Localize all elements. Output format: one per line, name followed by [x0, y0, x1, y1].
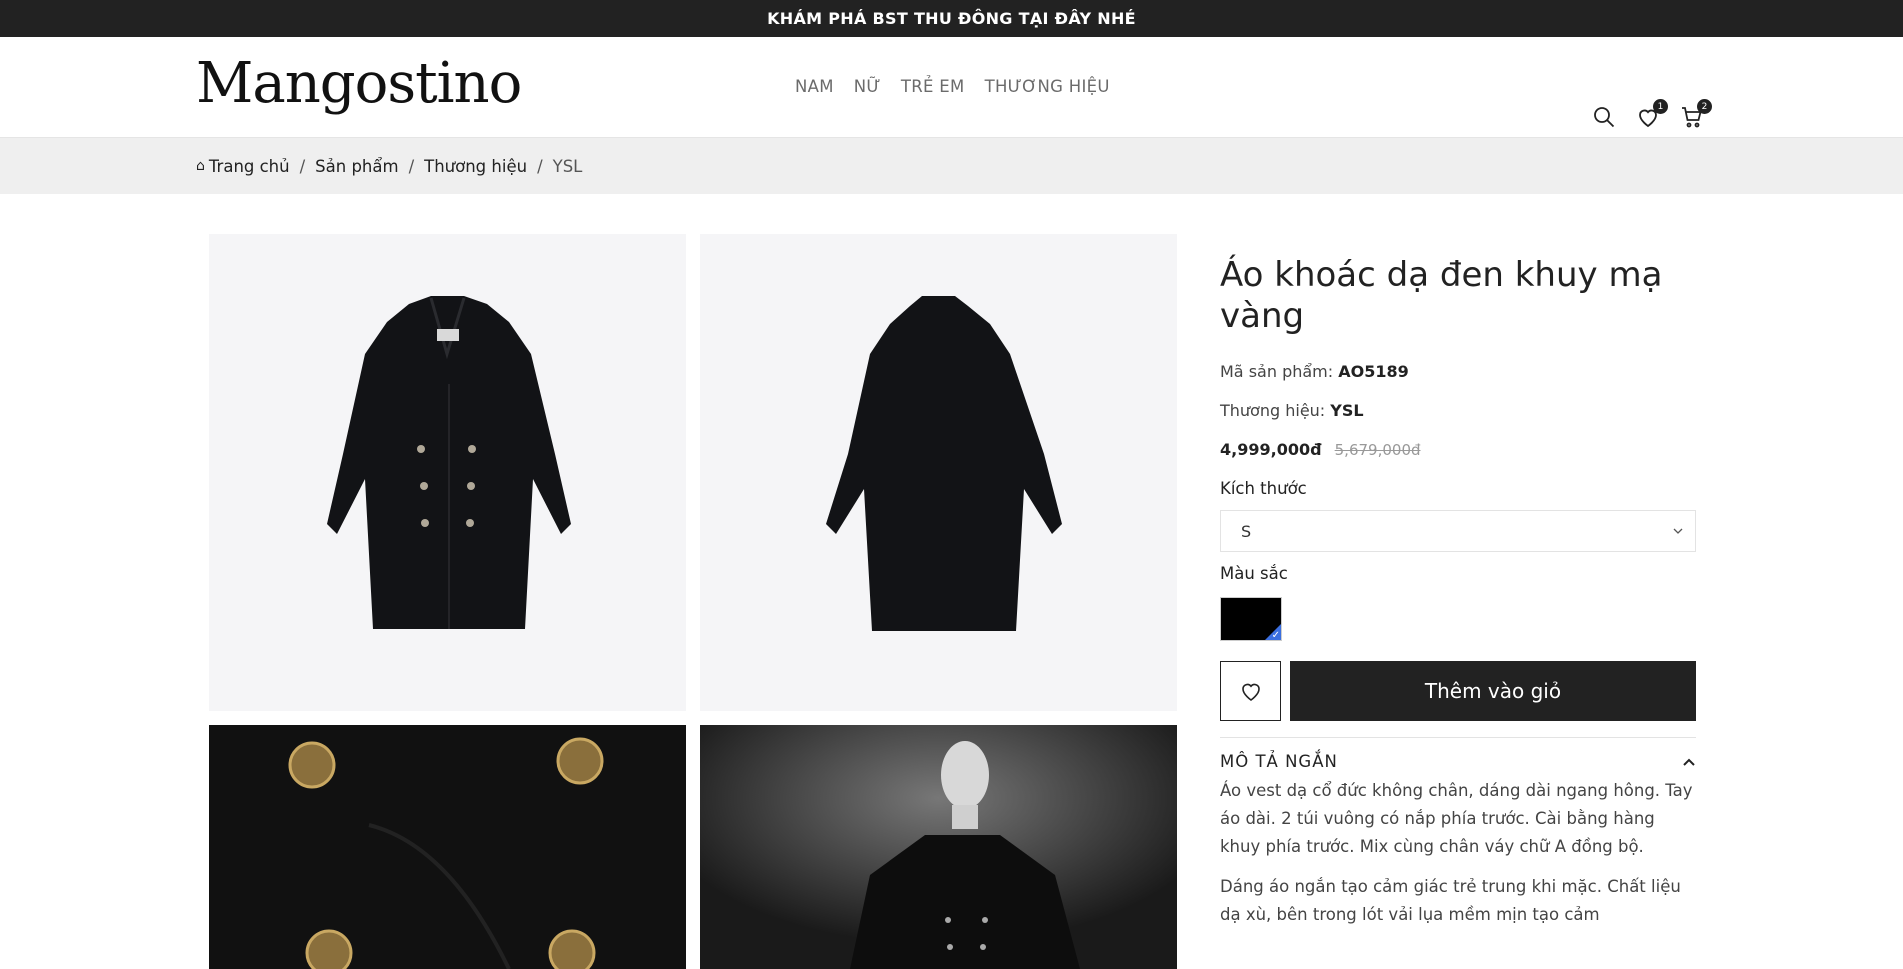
wishlist-button[interactable]: 1 [1636, 99, 1668, 129]
product-image-front[interactable] [209, 234, 686, 711]
sku-value: AO5189 [1338, 362, 1409, 381]
product-sku: Mã sản phẩm: AO5189 [1220, 362, 1696, 381]
product-brand: Thương hiệu: YSL [1220, 401, 1696, 420]
search-icon [1594, 107, 1615, 128]
home-icon[interactable]: ⌂ [196, 158, 205, 174]
size-selected-value: S [1241, 521, 1252, 541]
description-paragraph: Dáng áo ngắn tạo cảm giác trẻ trung khi … [1220, 877, 1681, 924]
color-swatch-black[interactable]: ✓ [1220, 597, 1282, 641]
short-description-toggle[interactable]: MÔ TẢ NGẮN [1220, 752, 1696, 771]
check-icon: ✓ [1271, 630, 1280, 641]
site-header: Mangostino NAM NỮ TRẺ EM THƯƠNG HIỆU 1 2 [0, 37, 1903, 138]
add-to-wishlist-button[interactable] [1220, 661, 1281, 721]
product-info: Áo khoác dạ đen khuy mạ vàng Mã sản phẩm… [1220, 255, 1696, 929]
header-icons: 1 2 [1592, 99, 1712, 129]
nav-item-nam[interactable]: NAM [795, 77, 834, 96]
chevron-down-icon [1673, 528, 1683, 534]
size-label: Kích thước [1220, 479, 1307, 498]
main-nav: NAM NỮ TRẺ EM THƯƠNG HIỆU [795, 77, 1110, 96]
short-description: Áo vest dạ cổ đức không chân, dáng dài n… [1220, 777, 1696, 929]
description-paragraph: Áo vest dạ cổ đức không chân, dáng dài n… [1220, 781, 1693, 856]
price-current: 4,999,000đ [1220, 440, 1322, 459]
product-image-detail[interactable] [209, 725, 686, 969]
add-to-cart-button[interactable]: Thêm vào giỏ [1290, 661, 1696, 721]
breadcrumb-separator: / [299, 156, 306, 176]
product-title: Áo khoác dạ đen khuy mạ vàng [1220, 255, 1663, 336]
divider [1220, 737, 1696, 738]
breadcrumb-current: YSL [552, 156, 583, 176]
nav-item-thuong-hieu[interactable]: THƯƠNG HIỆU [985, 77, 1110, 96]
product-actions: Thêm vào giỏ [1220, 661, 1696, 721]
brand-value[interactable]: YSL [1330, 401, 1363, 420]
chevron-up-icon [1683, 758, 1695, 766]
short-description-heading: MÔ TẢ NGẮN [1220, 752, 1338, 771]
breadcrumb-home[interactable]: Trang chủ [209, 157, 290, 176]
size-select[interactable]: S [1220, 510, 1696, 552]
promo-text[interactable]: KHÁM PHÁ BST THU ĐÔNG TẠI ĐÂY NHÉ [767, 9, 1136, 28]
promo-bar[interactable]: KHÁM PHÁ BST THU ĐÔNG TẠI ĐÂY NHÉ [0, 0, 1903, 37]
wishlist-count-badge: 1 [1653, 99, 1668, 114]
product-image-model[interactable] [700, 725, 1177, 969]
site-logo[interactable]: Mangostino [196, 51, 522, 116]
price-original: 5,679,000đ [1334, 441, 1421, 459]
brand-label: Thương hiệu: [1220, 401, 1326, 420]
cart-button[interactable]: 2 [1680, 99, 1712, 129]
breadcrumb-separator: / [408, 156, 415, 176]
cart-count-badge: 2 [1697, 99, 1712, 114]
sku-label: Mã sản phẩm: [1220, 362, 1334, 381]
breadcrumb-separator: / [537, 156, 543, 176]
nav-item-tre-em[interactable]: TRẺ EM [901, 77, 965, 96]
product-image-back[interactable] [700, 234, 1177, 711]
product-price: 4,999,000đ 5,679,000đ [1220, 440, 1696, 459]
heart-icon [1241, 683, 1260, 701]
breadcrumb: ⌂ Trang chủ / Sản phẩm / Thương hiệu / Y… [0, 138, 1903, 194]
color-label: Màu sắc [1220, 564, 1288, 583]
breadcrumb-brands[interactable]: Thương hiệu [424, 157, 527, 176]
nav-item-nu[interactable]: NỮ [854, 77, 881, 96]
breadcrumb-products[interactable]: Sản phẩm [315, 157, 398, 176]
search-button[interactable] [1592, 105, 1616, 129]
